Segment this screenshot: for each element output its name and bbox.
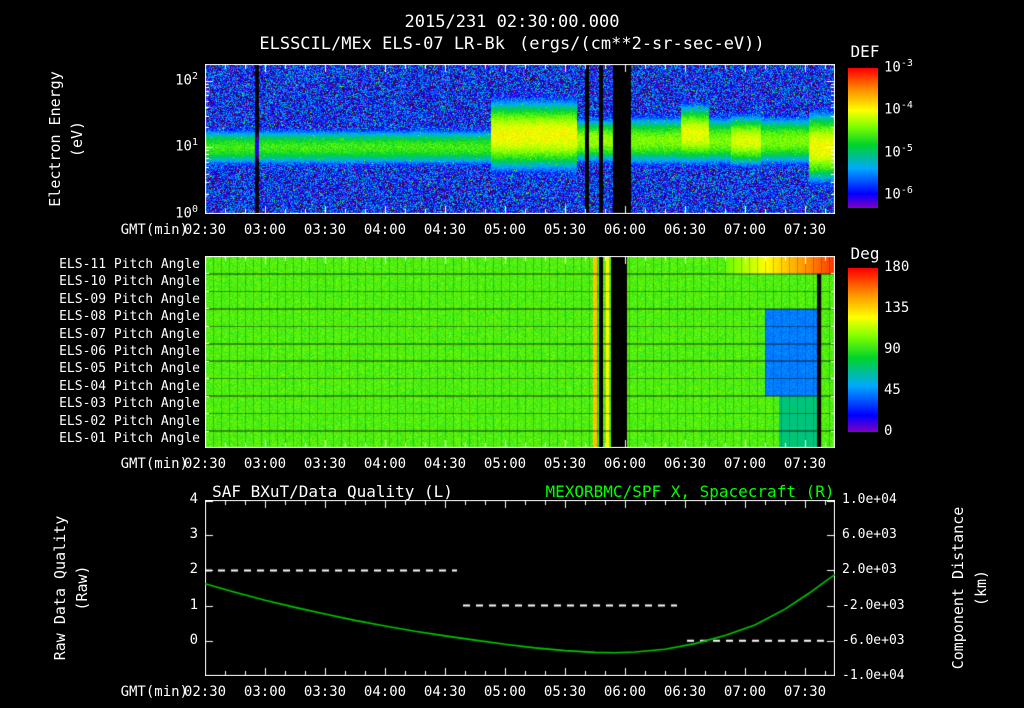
- x-axis-label-quality: GMT(min): [120, 684, 188, 700]
- def-tick-label: 10-5: [884, 142, 913, 161]
- quality-ylabel: Raw Data Quality: [51, 515, 69, 661]
- x-axis-label-spectrogram: GMT(min): [120, 222, 188, 238]
- quality-ylabel-units: (Raw): [73, 565, 91, 611]
- pitch-row-label: ELS-03 Pitch Angle: [59, 396, 200, 412]
- x-tick-label: 03:30: [303, 684, 347, 700]
- def-colorbar: [848, 68, 878, 208]
- deg-tick-label: 135: [884, 300, 910, 316]
- x-tick-label: 04:30: [423, 684, 467, 700]
- pitch-row-label: ELS-04 Pitch Angle: [59, 378, 200, 394]
- distance-tick-label: 1.0e+04: [842, 492, 897, 507]
- x-tick-label: 06:30: [663, 456, 707, 472]
- x-tick-label: 06:00: [603, 684, 647, 700]
- x-tick-label: 05:00: [483, 222, 527, 238]
- x-tick-label: 03:30: [303, 456, 347, 472]
- pitch-angle-heatmap: [205, 256, 835, 448]
- x-tick-label: 04:30: [423, 456, 467, 472]
- energy-tick-label: 102: [175, 70, 198, 89]
- spectrogram-ylabel: Electron Energy: [46, 71, 64, 207]
- x-tick-label: 07:30: [783, 222, 827, 238]
- instrument-title: ELSSCIL/MEx ELS-07 LR-Bk: [259, 34, 505, 54]
- distance-tick-label: -6.0e+03: [842, 632, 905, 648]
- x-tick-label: 07:00: [723, 684, 767, 700]
- x-tick-label: 06:00: [603, 456, 647, 472]
- x-tick-label: 02:30: [183, 684, 227, 700]
- x-tick-label: 03:00: [243, 684, 287, 700]
- x-axis-label-pitch: GMT(min): [120, 456, 188, 472]
- x-tick-label: 06:00: [603, 222, 647, 238]
- quality-tick-label: 4: [189, 491, 198, 507]
- x-tick-label: 05:30: [543, 684, 587, 700]
- quality-tick-label: 1: [189, 596, 198, 613]
- quality-distance-plot: [205, 500, 835, 676]
- pitch-row-label: ELS-07 Pitch Angle: [59, 326, 200, 342]
- quality-tick-label: 3: [189, 526, 198, 543]
- x-tick-label: 04:00: [363, 456, 407, 472]
- deg-colorbar: [848, 268, 878, 432]
- pitch-row-label: ELS-08 Pitch Angle: [59, 309, 200, 325]
- distance-tick-label: 6.0e+03: [842, 527, 897, 543]
- energy-tick-label: 101: [175, 137, 198, 155]
- x-tick-label: 06:30: [663, 222, 707, 238]
- x-tick-label: 07:30: [783, 456, 827, 472]
- pitch-row-label: ELS-09 Pitch Angle: [59, 291, 200, 307]
- pitch-row-label: ELS-11 Pitch Angle: [59, 256, 200, 272]
- deg-tick-label: 90: [884, 341, 901, 357]
- energy-tick-label: 100: [175, 204, 198, 222]
- x-tick-label: 05:30: [543, 222, 587, 238]
- cdaweb-science-plot: 2015/231 02:30:00.000 ELSSCIL/MEx ELS-07…: [0, 0, 1024, 708]
- distance-ylabel: Component Distance: [949, 506, 967, 670]
- x-tick-label: 05:00: [483, 456, 527, 472]
- x-tick-label: 05:00: [483, 684, 527, 700]
- x-tick-label: 03:00: [243, 456, 287, 472]
- x-tick-label: 04:00: [363, 684, 407, 700]
- spectrogram-ylabel-units: (eV): [68, 120, 86, 158]
- pitch-row-label: ELS-06 Pitch Angle: [59, 344, 200, 359]
- units-title: (ergs/(cm**2-sr-sec-eV)): [519, 34, 765, 54]
- pitch-row-label: ELS-01 Pitch Angle: [59, 431, 200, 447]
- x-tick-label: 02:30: [183, 222, 227, 238]
- x-tick-label: 02:30: [183, 456, 227, 472]
- distance-tick-label: -2.0e+03: [842, 597, 905, 613]
- x-tick-label: 06:30: [663, 684, 707, 700]
- x-tick-label: 05:30: [543, 456, 587, 472]
- x-tick-label: 04:30: [423, 222, 467, 238]
- electron-energy-spectrogram: [205, 64, 835, 214]
- deg-tick-label: 45: [884, 382, 901, 398]
- deg-tick-label: 180: [884, 259, 910, 275]
- quality-tick-label: 0: [189, 631, 198, 648]
- timestamp-title: 2015/231 02:30:00.000: [404, 12, 620, 32]
- def-tick-label: 10-6: [884, 185, 913, 203]
- def-tick-label: 10-4: [884, 100, 913, 119]
- quality-panel-title: SAF_BXuT/Data Quality (L): [212, 482, 453, 501]
- distance-tick-label: 2.0e+03: [842, 562, 897, 578]
- pitch-row-label: ELS-02 Pitch Angle: [59, 413, 200, 429]
- x-tick-label: 04:00: [363, 222, 407, 238]
- x-tick-label: 03:00: [243, 222, 287, 238]
- pitch-row-label: ELS-05 Pitch Angle: [59, 361, 200, 377]
- pitch-row-label: ELS-10 Pitch Angle: [59, 274, 200, 290]
- distance-tick-label: -1.0e+04: [842, 668, 905, 683]
- def-tick-label: 10-3: [884, 58, 913, 76]
- x-tick-label: 03:30: [303, 222, 347, 238]
- distance-panel-title: MEXORBMC/SPF X, Spacecraft (R): [545, 482, 835, 501]
- x-tick-label: 07:00: [723, 222, 767, 238]
- distance-ylabel-units: (km): [972, 569, 990, 607]
- x-tick-label: 07:30: [783, 684, 827, 700]
- x-tick-label: 07:00: [723, 456, 767, 472]
- quality-tick-label: 2: [189, 561, 198, 578]
- deg-tick-label: 0: [884, 423, 893, 439]
